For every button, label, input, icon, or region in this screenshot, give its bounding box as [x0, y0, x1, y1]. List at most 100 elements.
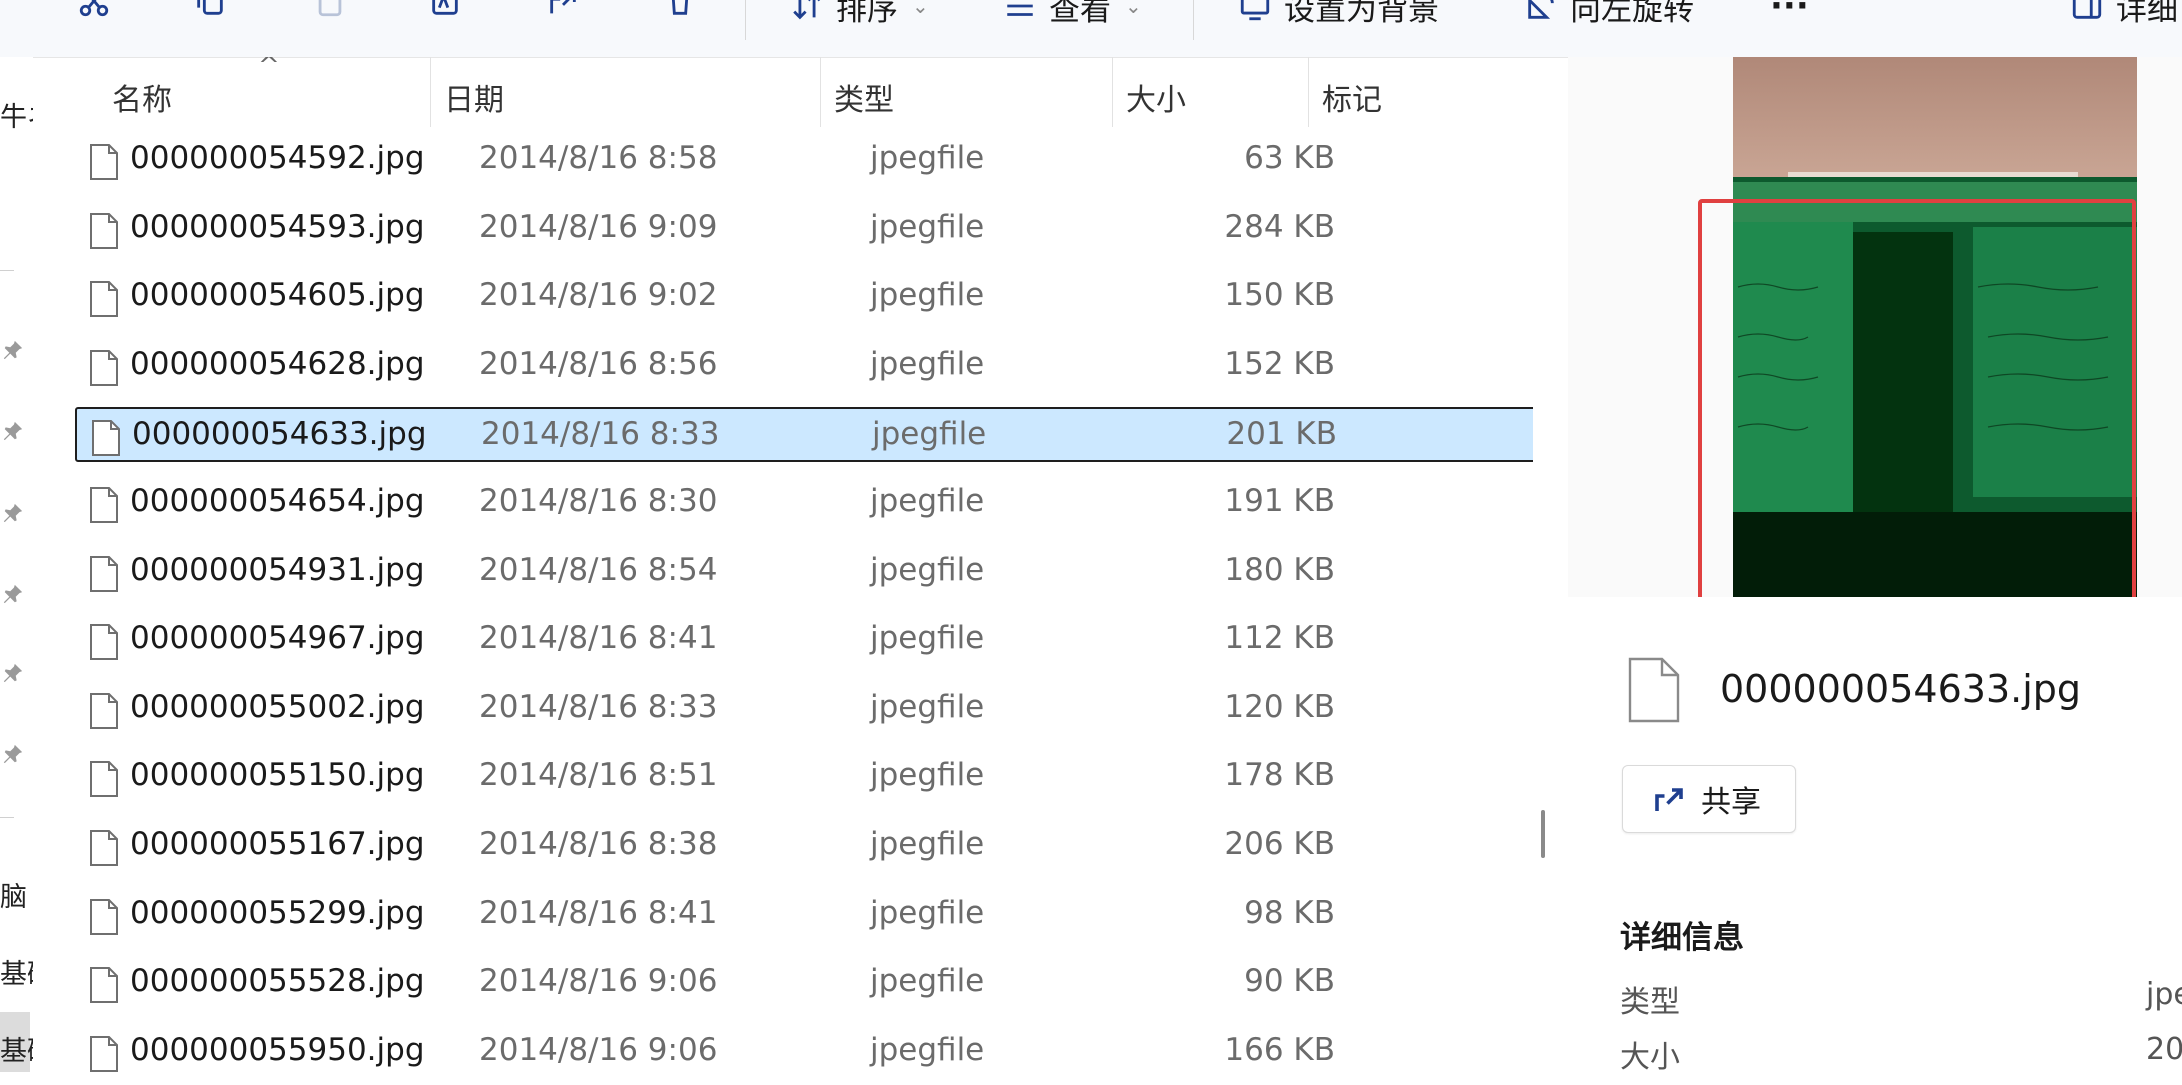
file-size: 120 KB [1224, 688, 1335, 725]
file-row[interactable]: 000000055299.jpg 2014/8/16 8:41 jpegfile 98… [75, 888, 1533, 943]
set-background-label: 设置为背景 [1284, 0, 1439, 28]
file-date: 2014/8/16 8:38 [479, 826, 718, 862]
file-icon [89, 898, 119, 949]
file-date: 2014/8/16 8:58 [479, 140, 718, 176]
file-type: jpegfile [870, 140, 985, 176]
column-header-size[interactable]: 大小 [1112, 72, 1308, 122]
file-icon [89, 1035, 119, 1085]
file-row[interactable]: 000000054967.jpg 2014/8/16 8:41 jpegfile 11… [75, 613, 1533, 668]
file-row[interactable]: 000000054931.jpg 2014/8/16 8:54 jpegfile 18… [75, 545, 1533, 600]
file-date: 2014/8/16 8:41 [479, 620, 718, 657]
share-icon[interactable] [543, 0, 583, 22]
view-button[interactable]: 查看 ⌄ [1003, 0, 1142, 28]
file-date: 2014/8/16 9:06 [479, 1031, 718, 1068]
nav-item-fragment[interactable]: 牛ネ [0, 95, 33, 134]
file-type: jpegfile [870, 620, 985, 657]
file-row[interactable]: 000000054654.jpg 2014/8/16 8:30 jpegfile 19… [75, 476, 1533, 531]
file-size: 166 KB [1224, 1031, 1335, 1068]
pin-icon [2, 662, 24, 684]
rotate-left-icon [1528, 0, 1554, 19]
file-name: 000000055150.jpg [130, 757, 425, 794]
column-header-tags[interactable]: 标记 [1308, 72, 1508, 122]
share-icon [1655, 788, 1683, 811]
pin-icon [2, 339, 24, 361]
nav-item-fragment[interactable]: 基础 [0, 952, 33, 991]
file-date: 2014/8/16 8:51 [479, 757, 718, 794]
pin-icon [2, 420, 24, 442]
details-pane-button[interactable]: 详细 [2070, 0, 2178, 28]
rotate-left-button[interactable]: 向左旋转 [1524, 0, 1694, 28]
rename-icon[interactable] [425, 0, 465, 22]
file-name: 000000054967.jpg [130, 620, 425, 657]
preview-filename: 000000054633.jpg [1720, 667, 2081, 711]
file-size: 284 KB [1224, 208, 1335, 245]
file-row[interactable]: 000000055528.jpg 2014/8/16 9:06 jpegfile 90… [75, 956, 1533, 1011]
paste-icon[interactable] [310, 0, 350, 22]
chevron-down-icon: ⌄ [1125, 0, 1142, 18]
copy-icon[interactable] [190, 0, 230, 22]
file-date: 2014/8/16 9:02 [479, 277, 718, 314]
file-name: 000000054593.jpg [130, 208, 425, 245]
file-row[interactable]: 000000054605.jpg 2014/8/16 9:02 jpegfile 15… [75, 270, 1533, 325]
file-size: 90 KB [1244, 963, 1335, 1000]
file-row[interactable]: 000000054592.jpg 2014/8/16 8:58 jpegfile 63… [75, 133, 1533, 188]
rotate-left-label: 向左旋转 [1570, 0, 1694, 28]
file-name: 000000055167.jpg [130, 826, 425, 862]
sort-icon [793, 0, 821, 20]
file-size: 180 KB [1224, 551, 1335, 588]
file-icon [89, 623, 119, 674]
file-row[interactable]: 000000054593.jpg 2014/8/16 9:09 jpegfile 28… [75, 202, 1533, 257]
column-header-date[interactable]: 日期 [430, 72, 820, 122]
file-icon [89, 280, 119, 331]
file-date: 2014/8/16 9:06 [479, 963, 718, 1000]
file-type: jpegfile [870, 757, 985, 794]
nav-item-fragment[interactable]: 脑 [0, 875, 27, 914]
share-button[interactable]: 共享 [1622, 765, 1796, 833]
file-row[interactable]: 000000054628.jpg 2014/8/16 8:56 jpegfile 15… [75, 339, 1533, 394]
set-background-button[interactable]: 设置为背景 [1238, 0, 1439, 28]
file-date: 2014/8/16 8:54 [479, 551, 718, 588]
file-name: 000000055950.jpg [130, 1031, 425, 1068]
toolbar-divider [1193, 0, 1194, 40]
toolbar-divider [745, 0, 746, 40]
file-icon [89, 349, 119, 400]
pin-icon [2, 502, 24, 524]
file-icon [89, 829, 119, 880]
property-label: 大小 [1620, 1040, 1680, 1075]
annotation-box [1698, 199, 2136, 609]
delete-icon[interactable] [660, 0, 700, 22]
file-icon [89, 555, 119, 606]
file-date: 2014/8/16 8:30 [479, 483, 718, 519]
column-header-name[interactable]: 名称 [98, 72, 468, 122]
nav-item-fragment[interactable]: 基础 [0, 1029, 33, 1068]
file-icon [89, 760, 119, 811]
file-size: 98 KB [1244, 894, 1335, 931]
sort-label: 排序 [836, 0, 898, 28]
file-type: jpegfile [870, 208, 985, 245]
details-heading: 详细信息 [1620, 920, 1744, 956]
details-label: 详细 [2116, 0, 2178, 28]
property-value: 20 [2146, 1032, 2182, 1067]
command-bar: 排序 ⌄ 查看 ⌄ 设置为背景 向左旋转 ··· 详细 [0, 0, 2182, 58]
file-row[interactable]: 000000055002.jpg 2014/8/16 8:33 jpegfile 12… [75, 682, 1533, 737]
details-pane-icon [2072, 0, 2102, 19]
file-date: 2014/8/16 8:33 [479, 688, 718, 725]
file-row[interactable]: 000000054633.jpg 2014/8/16 8:33 jpegfile 20… [75, 407, 1533, 463]
file-icon [89, 486, 119, 537]
file-row[interactable]: 000000055167.jpg 2014/8/16 8:38 jpegfile 20… [75, 819, 1533, 874]
view-icon [1007, 4, 1033, 16]
more-options-button[interactable]: ··· [1770, 0, 1809, 26]
file-row[interactable]: 000000055950.jpg 2014/8/16 9:06 jpegfile 16… [75, 1025, 1533, 1080]
file-type: jpegfile [870, 277, 985, 314]
file-type: jpegfile [870, 894, 985, 931]
file-size: 191 KB [1224, 483, 1335, 519]
file-row[interactable]: 000000055150.jpg 2014/8/16 8:51 jpegfile 17… [75, 750, 1533, 805]
cut-icon[interactable] [74, 0, 114, 22]
column-header-type[interactable]: 类型 [820, 72, 1112, 122]
sort-button[interactable]: 排序 ⌄ [790, 0, 929, 28]
file-type: jpegfile [870, 345, 985, 382]
file-size: 201 KB [1226, 416, 1337, 453]
file-icon [89, 966, 119, 1017]
file-type: jpegfile [872, 416, 987, 453]
pane-splitter[interactable] [1541, 810, 1545, 858]
